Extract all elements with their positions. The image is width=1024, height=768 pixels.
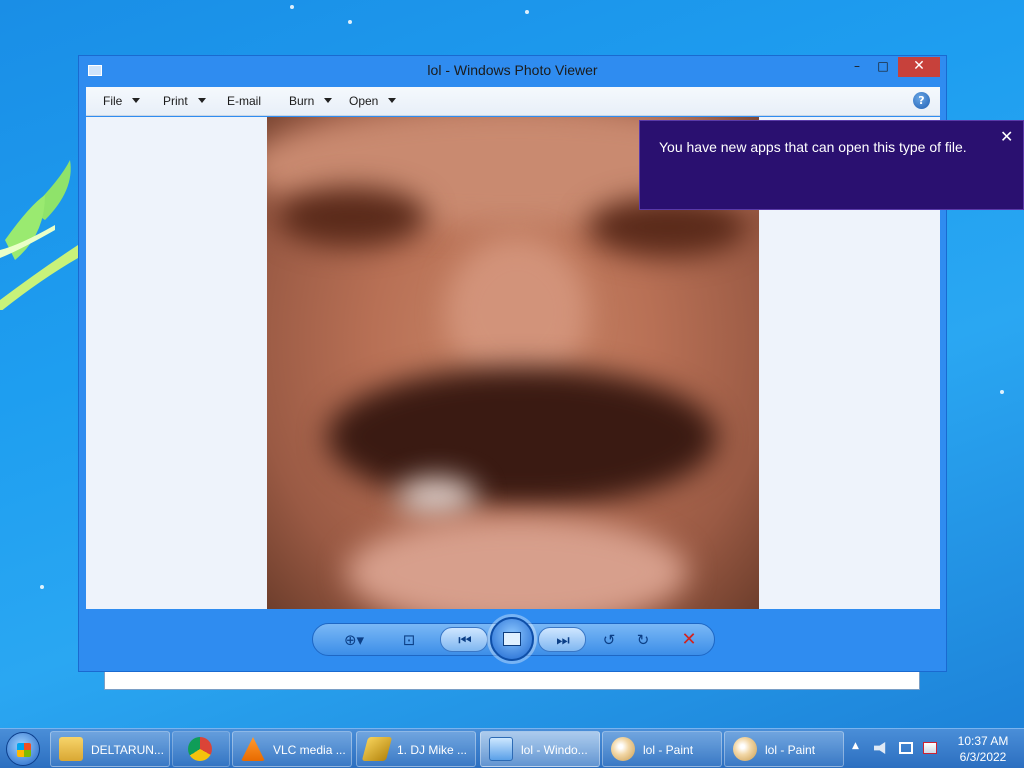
network-icon[interactable] — [899, 742, 913, 754]
taskbar-item-photo-viewer[interactable]: lol - Windo... — [480, 731, 600, 767]
rotate-counterclockwise-icon[interactable]: ↺ — [599, 629, 619, 651]
volume-muted-icon[interactable] — [874, 742, 886, 754]
photo-mouth — [327, 367, 717, 507]
taskbar-item-label: lol - Paint — [765, 743, 816, 757]
taskbar-item-label: lol - Windo... — [521, 743, 588, 757]
show-hidden-icons-button[interactable]: ▲ — [852, 741, 866, 753]
taskbar-item-label: lol - Paint — [643, 743, 694, 757]
folder-icon — [59, 737, 83, 761]
slideshow-icon — [503, 632, 521, 646]
help-icon[interactable]: ? — [913, 92, 930, 109]
desktop-sparkle — [348, 20, 352, 24]
clock-date[interactable]: 6/3/2022 — [948, 750, 1018, 764]
taskbar-pinned-chrome[interactable] — [172, 731, 230, 767]
desktop-sparkle — [525, 10, 529, 14]
winamp-icon — [361, 737, 393, 761]
start-button[interactable] — [6, 732, 40, 766]
menu-email-label: E-mail — [227, 94, 262, 108]
windows-logo-icon — [17, 743, 31, 757]
chevron-down-icon — [324, 98, 333, 103]
action-center-icon[interactable] — [923, 742, 937, 754]
taskbar-item-paint-1[interactable]: lol - Paint — [602, 731, 722, 767]
chevron-down-icon — [388, 98, 397, 103]
paint-icon — [733, 737, 757, 761]
menu-open-label: Open — [349, 94, 379, 108]
photo-chin — [347, 517, 687, 609]
menu-print-label: Print — [163, 94, 188, 108]
menu-email[interactable]: E-mail — [227, 94, 261, 108]
minimize-button[interactable]: – — [846, 57, 868, 77]
zoom-icon[interactable]: ⊕▾ — [337, 629, 371, 651]
photo-eye-left — [277, 187, 427, 247]
title-bar[interactable]: lol - Windows Photo Viewer – □ ✕ — [79, 56, 946, 86]
notification-close-button[interactable]: ✕ — [1000, 127, 1013, 146]
delete-icon[interactable]: ✕ — [677, 629, 701, 651]
chrome-icon — [188, 737, 212, 761]
next-button[interactable]: ⏭ — [538, 627, 586, 652]
taskbar: DELTARUN... VLC media ... 1. DJ Mike ...… — [0, 728, 1024, 768]
taskbar-item-vlc[interactable]: VLC media ... — [232, 731, 352, 767]
chevron-down-icon — [132, 98, 141, 103]
notification-message: You have new apps that can open this typ… — [659, 139, 967, 155]
wallpaper-leaf-graphic — [0, 160, 78, 310]
taskbar-item-paint-2[interactable]: lol - Paint — [724, 731, 844, 767]
desktop-sparkle — [1000, 390, 1004, 394]
previous-button[interactable]: ⏮ — [440, 627, 488, 652]
previous-icon: ⏮ — [458, 631, 472, 649]
fit-to-window-icon[interactable]: ⊡ — [397, 629, 421, 651]
slideshow-button[interactable] — [490, 617, 534, 661]
photo-nose — [447, 237, 587, 387]
menu-bar: File Print E-mail Burn Open ? — [86, 87, 940, 116]
menu-open[interactable]: Open — [349, 94, 397, 108]
window-title: lol - Windows Photo Viewer — [427, 62, 598, 78]
menu-file-label: File — [103, 94, 123, 108]
taskbar-item-label: DELTARUN... — [91, 743, 164, 757]
new-apps-notification[interactable]: You have new apps that can open this typ… — [639, 120, 1024, 210]
taskbar-item-label: VLC media ... — [273, 743, 346, 757]
vlc-icon — [241, 737, 265, 761]
photo-viewer-icon — [489, 737, 513, 761]
taskbar-item-deltarune[interactable]: DELTARUN... — [50, 731, 170, 767]
menu-file[interactable]: File — [103, 94, 141, 108]
next-icon: ⏭ — [556, 631, 570, 649]
rotate-clockwise-icon[interactable]: ↻ — [633, 629, 653, 651]
chevron-down-icon — [197, 98, 206, 103]
menu-burn[interactable]: Burn — [289, 94, 333, 108]
playback-controls: ⊕▾ ⊡ ⏮ ⏭ ↺ ↻ ✕ — [79, 609, 946, 673]
desktop-sparkle — [290, 5, 294, 9]
photo-teeth — [397, 477, 477, 517]
menu-burn-label: Burn — [289, 94, 315, 108]
menu-print[interactable]: Print — [163, 94, 206, 108]
paint-icon — [611, 737, 635, 761]
taskbar-item-winamp[interactable]: 1. DJ Mike ... — [356, 731, 476, 767]
taskbar-item-label: 1. DJ Mike ... — [397, 743, 468, 757]
close-button[interactable]: ✕ — [898, 57, 940, 77]
desktop-sparkle — [40, 585, 44, 589]
clock-time[interactable]: 10:37 AM — [948, 734, 1018, 748]
maximize-button[interactable]: □ — [870, 57, 896, 77]
